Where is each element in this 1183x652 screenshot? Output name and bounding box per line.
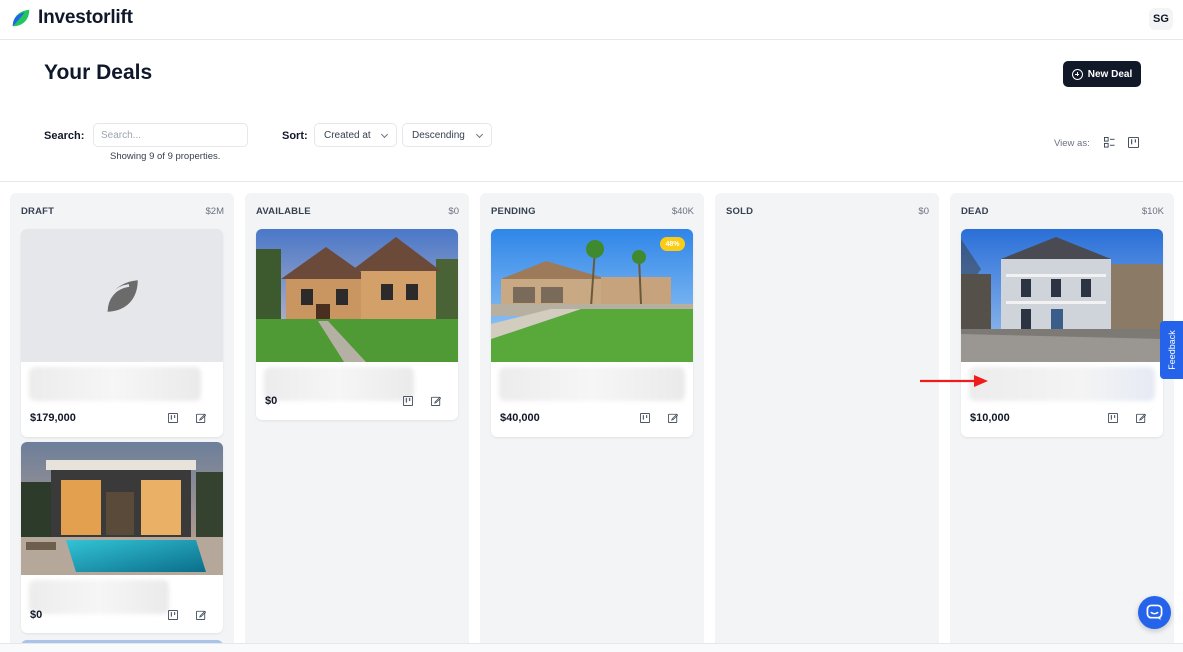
modern-house-pool-image <box>21 442 223 575</box>
progress-badge: 48% <box>660 237 685 251</box>
view-as-label: View as: <box>1054 138 1090 149</box>
plus-circle-icon <box>1071 68 1083 80</box>
column-total: $40K <box>671 206 694 217</box>
blurred-address <box>29 367 201 401</box>
column-title: PENDING <box>491 206 536 217</box>
card-price: $179,000 <box>30 412 76 424</box>
board-view-icon[interactable] <box>168 413 178 423</box>
chat-bubble-icon <box>1146 604 1163 621</box>
leaf-logo-icon <box>12 9 30 27</box>
edit-icon[interactable] <box>196 413 206 423</box>
column-title: SOLD <box>726 206 754 217</box>
property-image: 48% <box>491 229 693 362</box>
edit-icon[interactable] <box>668 413 678 423</box>
edit-icon[interactable] <box>196 610 206 620</box>
feedback-tab[interactable]: Feedback <box>1160 321 1183 379</box>
column-title: DEAD <box>961 206 989 217</box>
app-name: Investorlift <box>38 7 133 28</box>
board-view-icon[interactable] <box>168 610 178 620</box>
card-price: $0 <box>265 395 278 407</box>
card-price: $0 <box>30 609 43 621</box>
blurred-address <box>969 367 1155 401</box>
board-view-icon[interactable] <box>640 413 650 423</box>
blurred-address <box>29 580 169 614</box>
page-title: Your Deals <box>44 61 153 84</box>
leaf-placeholder-icon <box>104 279 138 312</box>
property-image <box>21 442 223 575</box>
column-title: AVAILABLE <box>256 206 311 217</box>
stone-house-lawn-image <box>256 229 458 362</box>
deal-card[interactable]: $179,000 <box>21 229 223 437</box>
edit-icon[interactable] <box>1136 413 1146 423</box>
column-sold: SOLD $0 <box>715 193 939 652</box>
board-view-icon[interactable] <box>1128 137 1139 148</box>
top-bar: Investorlift SG <box>0 0 1183 40</box>
column-total: $0 <box>918 206 929 217</box>
deal-card[interactable]: $0 <box>21 442 223 633</box>
property-image-placeholder <box>21 229 223 362</box>
chat-button[interactable] <box>1138 596 1171 629</box>
deal-card[interactable]: $10,000 <box>961 229 1163 437</box>
column-title: DRAFT <box>21 206 55 217</box>
new-deal-label: New Deal <box>1087 68 1133 80</box>
showing-count-text: Showing 9 of 9 properties. <box>110 151 221 162</box>
column-total: $2M <box>205 206 224 217</box>
list-view-icon[interactable] <box>1104 137 1115 148</box>
victorian-house-winter-image <box>961 229 1163 362</box>
search-input[interactable] <box>93 123 248 147</box>
column-total: $0 <box>448 206 459 217</box>
column-draft: DRAFT $2M $179,000 $0 <box>10 193 234 652</box>
deal-card[interactable]: $0 <box>256 229 458 420</box>
property-image <box>961 229 1163 362</box>
sort-label: Sort: <box>282 130 308 142</box>
deal-card[interactable]: 48% $40,000 <box>491 229 693 437</box>
card-price: $40,000 <box>500 412 540 424</box>
blurred-address <box>499 367 685 401</box>
board-view-icon[interactable] <box>403 396 413 406</box>
logo[interactable]: Investorlift <box>10 7 133 29</box>
search-label: Search: <box>44 130 85 142</box>
sort-field-select[interactable]: Created at <box>314 123 397 147</box>
sort-direction-select[interactable]: Descending <box>402 123 492 147</box>
blurred-address <box>264 367 414 401</box>
new-deal-button[interactable]: New Deal <box>1063 61 1141 87</box>
card-price: $10,000 <box>970 412 1010 424</box>
feedback-label: Feedback <box>1166 330 1177 370</box>
property-image <box>256 229 458 362</box>
edit-icon[interactable] <box>431 396 441 406</box>
chevron-down-icon <box>380 130 389 139</box>
user-avatar[interactable]: SG <box>1149 8 1173 30</box>
sort-field-value: Created at <box>324 129 371 141</box>
bottom-scrollbar[interactable] <box>0 643 1183 652</box>
column-total: $10K <box>1141 206 1164 217</box>
red-arrow-icon <box>920 375 988 387</box>
header-divider <box>0 181 1183 182</box>
column-pending: PENDING $40K 48% $40,000 <box>480 193 704 652</box>
sort-direction-value: Descending <box>412 129 465 141</box>
board-view-icon[interactable] <box>1108 413 1118 423</box>
chevron-down-icon <box>475 130 484 139</box>
column-available: AVAILABLE $0 $0 <box>245 193 469 652</box>
column-dead: DEAD $10K $10,000 <box>950 193 1174 652</box>
